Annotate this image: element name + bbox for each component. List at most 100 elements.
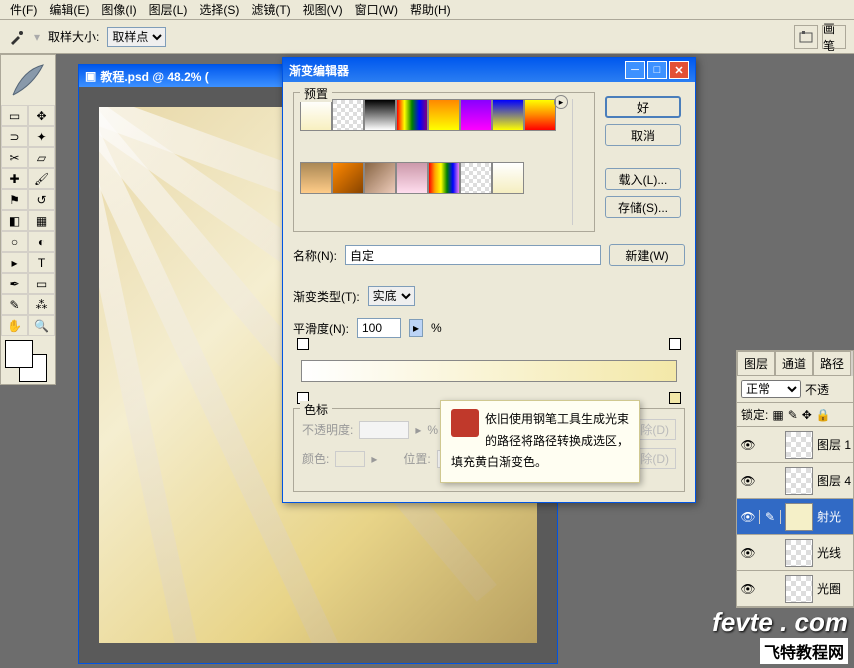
gradient-tool[interactable]: ▦ <box>28 210 55 231</box>
layer-name: 光线 <box>817 544 841 561</box>
layer-name: 射光 <box>817 508 841 525</box>
zoom-tool[interactable]: 🔍 <box>28 315 55 336</box>
visibility-icon[interactable]: 👁 <box>737 510 759 524</box>
preset-swatch[interactable] <box>364 162 396 194</box>
visibility-icon[interactable]: 👁 <box>737 582 759 596</box>
file-browser-icon[interactable] <box>794 25 818 49</box>
load-button[interactable]: 载入(L)... <box>605 168 681 190</box>
opacity-stop-left[interactable] <box>297 338 309 350</box>
layer-item-selected[interactable]: 👁 ✎ 射光 <box>737 499 853 535</box>
crop-tool[interactable]: ✂ <box>1 147 28 168</box>
minimize-button[interactable]: ─ <box>625 61 645 79</box>
notes-tool[interactable]: ✎ <box>1 294 28 315</box>
menu-file[interactable]: 件(F) <box>4 0 43 20</box>
heal-tool[interactable]: ✚ <box>1 168 28 189</box>
lock-move-icon[interactable]: ✥ <box>802 408 812 422</box>
preset-swatch[interactable] <box>300 162 332 194</box>
foreground-color[interactable] <box>5 340 33 368</box>
presets-menu-icon[interactable]: ▸ <box>554 95 568 109</box>
sample-size-select[interactable]: 取样点 <box>107 27 166 47</box>
layer-item[interactable]: 👁 图层 4 <box>737 463 853 499</box>
eraser-tool[interactable]: ◧ <box>1 210 28 231</box>
blend-mode-select[interactable]: 正常 <box>741 380 801 398</box>
visibility-icon[interactable]: 👁 <box>737 474 759 488</box>
lock-brush-icon[interactable]: ✎ <box>788 408 798 422</box>
blur-tool[interactable]: ○ <box>1 231 28 252</box>
preset-swatch[interactable] <box>428 162 460 194</box>
new-button[interactable]: 新建(W) <box>609 244 685 266</box>
eyedropper-icon <box>8 28 26 46</box>
menu-help[interactable]: 帮助(H) <box>404 0 457 20</box>
dialog-titlebar[interactable]: 渐变编辑器 ─ □ ✕ <box>283 58 695 82</box>
layer-thumb <box>785 575 813 603</box>
color-swatch[interactable] <box>1 336 55 384</box>
smoothness-label: 平滑度(N): <box>293 320 349 337</box>
opacity-stop-right[interactable] <box>669 338 681 350</box>
save-button[interactable]: 存储(S)... <box>605 196 681 218</box>
instruction-tooltip: 依旧使用钢笔工具生成光束的路径将路径转换成选区，填充黄白渐变色。 <box>440 400 640 483</box>
type-tool[interactable]: T <box>28 252 55 273</box>
tab-paths[interactable]: 路径 <box>813 351 851 376</box>
watermark: fevte . com 飞特教程网 <box>712 607 848 664</box>
layer-item[interactable]: 👁 光圈 <box>737 571 853 607</box>
preset-swatch[interactable] <box>332 162 364 194</box>
menu-filter[interactable]: 滤镜(T) <box>245 0 296 20</box>
dodge-tool[interactable]: ◐ <box>28 231 55 252</box>
move-tool[interactable]: ✥ <box>28 105 55 126</box>
preset-swatch[interactable] <box>524 99 556 131</box>
gradient-type-select[interactable]: 实底 <box>368 286 415 306</box>
marquee-tool[interactable]: ▭ <box>1 105 28 126</box>
preset-swatch[interactable] <box>300 99 332 131</box>
hand-tool[interactable]: ✋ <box>1 315 28 336</box>
preset-swatch[interactable] <box>396 162 428 194</box>
preset-swatch[interactable] <box>460 99 492 131</box>
presets-scrollbar[interactable] <box>572 99 588 225</box>
wand-tool[interactable]: ✦ <box>28 126 55 147</box>
layer-name: 光圈 <box>817 580 841 597</box>
preset-swatch[interactable] <box>396 99 428 131</box>
name-input[interactable] <box>345 245 601 265</box>
visibility-icon[interactable]: 👁 <box>737 546 759 560</box>
lasso-tool[interactable]: ⊃ <box>1 126 28 147</box>
ok-button[interactable]: 好 <box>605 96 681 118</box>
layer-item[interactable]: 👁 光线 <box>737 535 853 571</box>
menu-edit[interactable]: 编辑(E) <box>43 0 95 20</box>
stamp-tool[interactable]: ⚑ <box>1 189 28 210</box>
opacity-field <box>359 421 409 439</box>
path-tool[interactable]: ▸ <box>1 252 28 273</box>
close-button[interactable]: ✕ <box>669 61 689 79</box>
dropdown-icon[interactable]: ▸ <box>409 319 423 337</box>
layer-item[interactable]: 👁 图层 1 <box>737 427 853 463</box>
preset-swatch[interactable] <box>492 99 524 131</box>
preset-swatch[interactable] <box>460 162 492 194</box>
presets-label: 预置 <box>300 85 332 102</box>
gradient-bar[interactable] <box>301 360 677 382</box>
maximize-button[interactable]: □ <box>647 61 667 79</box>
menu-window[interactable]: 窗口(W) <box>349 0 404 20</box>
preset-swatch[interactable] <box>332 99 364 131</box>
brush-button[interactable]: 画笔 <box>822 25 846 49</box>
tab-channels[interactable]: 通道 <box>775 351 813 376</box>
lock-all-icon[interactable]: 🔒 <box>816 408 831 422</box>
visibility-icon[interactable]: 👁 <box>737 438 759 452</box>
preset-swatch[interactable] <box>364 99 396 131</box>
tab-layers[interactable]: 图层 <box>737 351 775 376</box>
preset-swatch[interactable] <box>492 162 524 194</box>
history-brush-tool[interactable]: ↺ <box>28 189 55 210</box>
smoothness-input[interactable] <box>357 318 401 338</box>
menu-layer[interactable]: 图层(L) <box>143 0 194 20</box>
layer-thumb <box>785 431 813 459</box>
link-icon[interactable]: ✎ <box>759 510 781 524</box>
brush-tool[interactable]: 🖌 <box>28 168 55 189</box>
menu-view[interactable]: 视图(V) <box>297 0 349 20</box>
shape-tool[interactable]: ▭ <box>28 273 55 294</box>
menu-select[interactable]: 选择(S) <box>193 0 245 20</box>
menu-image[interactable]: 图像(I) <box>95 0 142 20</box>
slice-tool[interactable]: ▱ <box>28 147 55 168</box>
eyedropper-tool[interactable]: ⁂ <box>28 294 55 315</box>
color-stop-right[interactable] <box>669 392 681 404</box>
pen-tool[interactable]: ✒ <box>1 273 28 294</box>
preset-swatch[interactable] <box>428 99 460 131</box>
lock-transparent-icon[interactable]: ▦ <box>772 408 783 422</box>
cancel-button[interactable]: 取消 <box>605 124 681 146</box>
